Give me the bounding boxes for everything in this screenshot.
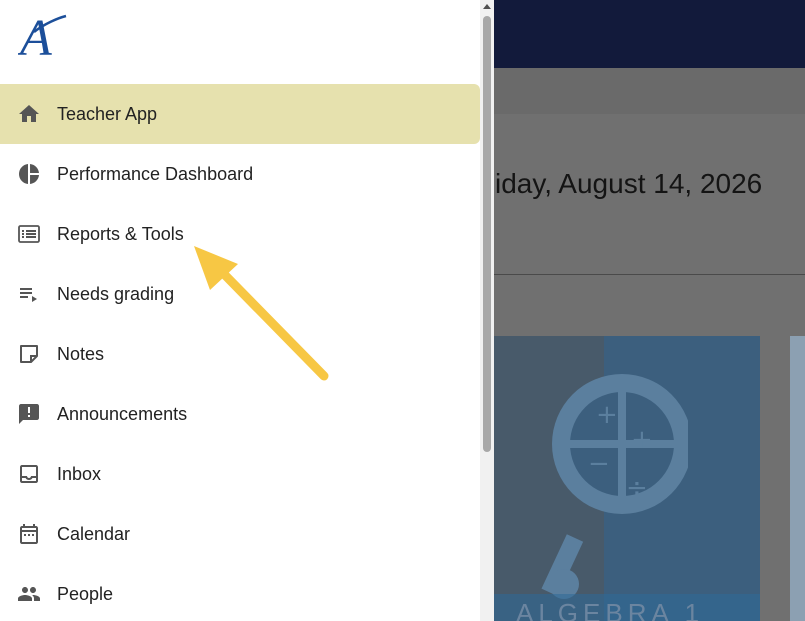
course-card[interactable]: + + − ÷ ALGEBRA 1 <box>494 336 760 621</box>
playlist-play-icon <box>16 281 42 307</box>
nav-item-performance-dashboard[interactable]: Performance Dashboard <box>0 144 480 204</box>
scroll-up-arrow-icon[interactable] <box>483 4 491 9</box>
scrollbar-thumb[interactable] <box>483 16 491 452</box>
nav-item-notes[interactable]: Notes <box>0 324 480 384</box>
calendar-icon <box>16 521 42 547</box>
nav-item-label: Teacher App <box>57 103 158 124</box>
nav-item-teacher-app[interactable]: Teacher App <box>0 84 480 144</box>
school-logo[interactable]: A <box>18 10 68 60</box>
sticky-note-icon <box>16 341 42 367</box>
svg-text:+: + <box>596 400 618 430</box>
announcement-icon <box>16 401 42 427</box>
nav-item-inbox[interactable]: Inbox <box>0 444 480 504</box>
course-card-partial[interactable] <box>790 336 805 621</box>
date-heading: iday, August 14, 2026 <box>495 168 763 199</box>
course-card-title: ALGEBRA 1 <box>516 598 705 621</box>
nav-item-announcements[interactable]: Announcements <box>0 384 480 444</box>
nav-item-reports-tools[interactable]: Reports & Tools <box>0 204 480 264</box>
list-icon <box>16 221 42 247</box>
drawer-scrollbar[interactable] <box>480 0 494 621</box>
nav-item-calendar[interactable]: Calendar <box>0 504 480 564</box>
nav-item-people[interactable]: People <box>0 564 480 621</box>
math-magnifier-icon: + + − ÷ <box>541 374 688 599</box>
pie-chart-icon <box>16 161 42 187</box>
svg-text:−: − <box>588 449 610 479</box>
nav-item-label: Performance Dashboard <box>57 163 254 184</box>
nav-item-label: Notes <box>57 343 105 364</box>
nav-item-label: Announcements <box>57 403 188 424</box>
svg-text:A: A <box>18 10 52 60</box>
nav-item-label: Calendar <box>57 523 131 544</box>
nav-item-label: People <box>57 583 114 604</box>
divider <box>494 274 805 275</box>
svg-text:+: + <box>631 425 653 455</box>
nav-item-label: Reports & Tools <box>57 223 184 244</box>
people-icon <box>16 581 42 607</box>
inbox-icon <box>16 461 42 487</box>
nav-item-label: Needs grading <box>57 283 175 304</box>
svg-text:÷: ÷ <box>626 473 648 503</box>
home-icon <box>16 101 42 127</box>
nav-menu: Teacher App Performance Dashboard Report… <box>0 84 480 621</box>
navigation-drawer: A Teacher App Performance Dashboard Repo… <box>0 0 494 621</box>
nav-item-label: Inbox <box>57 463 102 484</box>
nav-item-needs-grading[interactable]: Needs grading <box>0 264 480 324</box>
